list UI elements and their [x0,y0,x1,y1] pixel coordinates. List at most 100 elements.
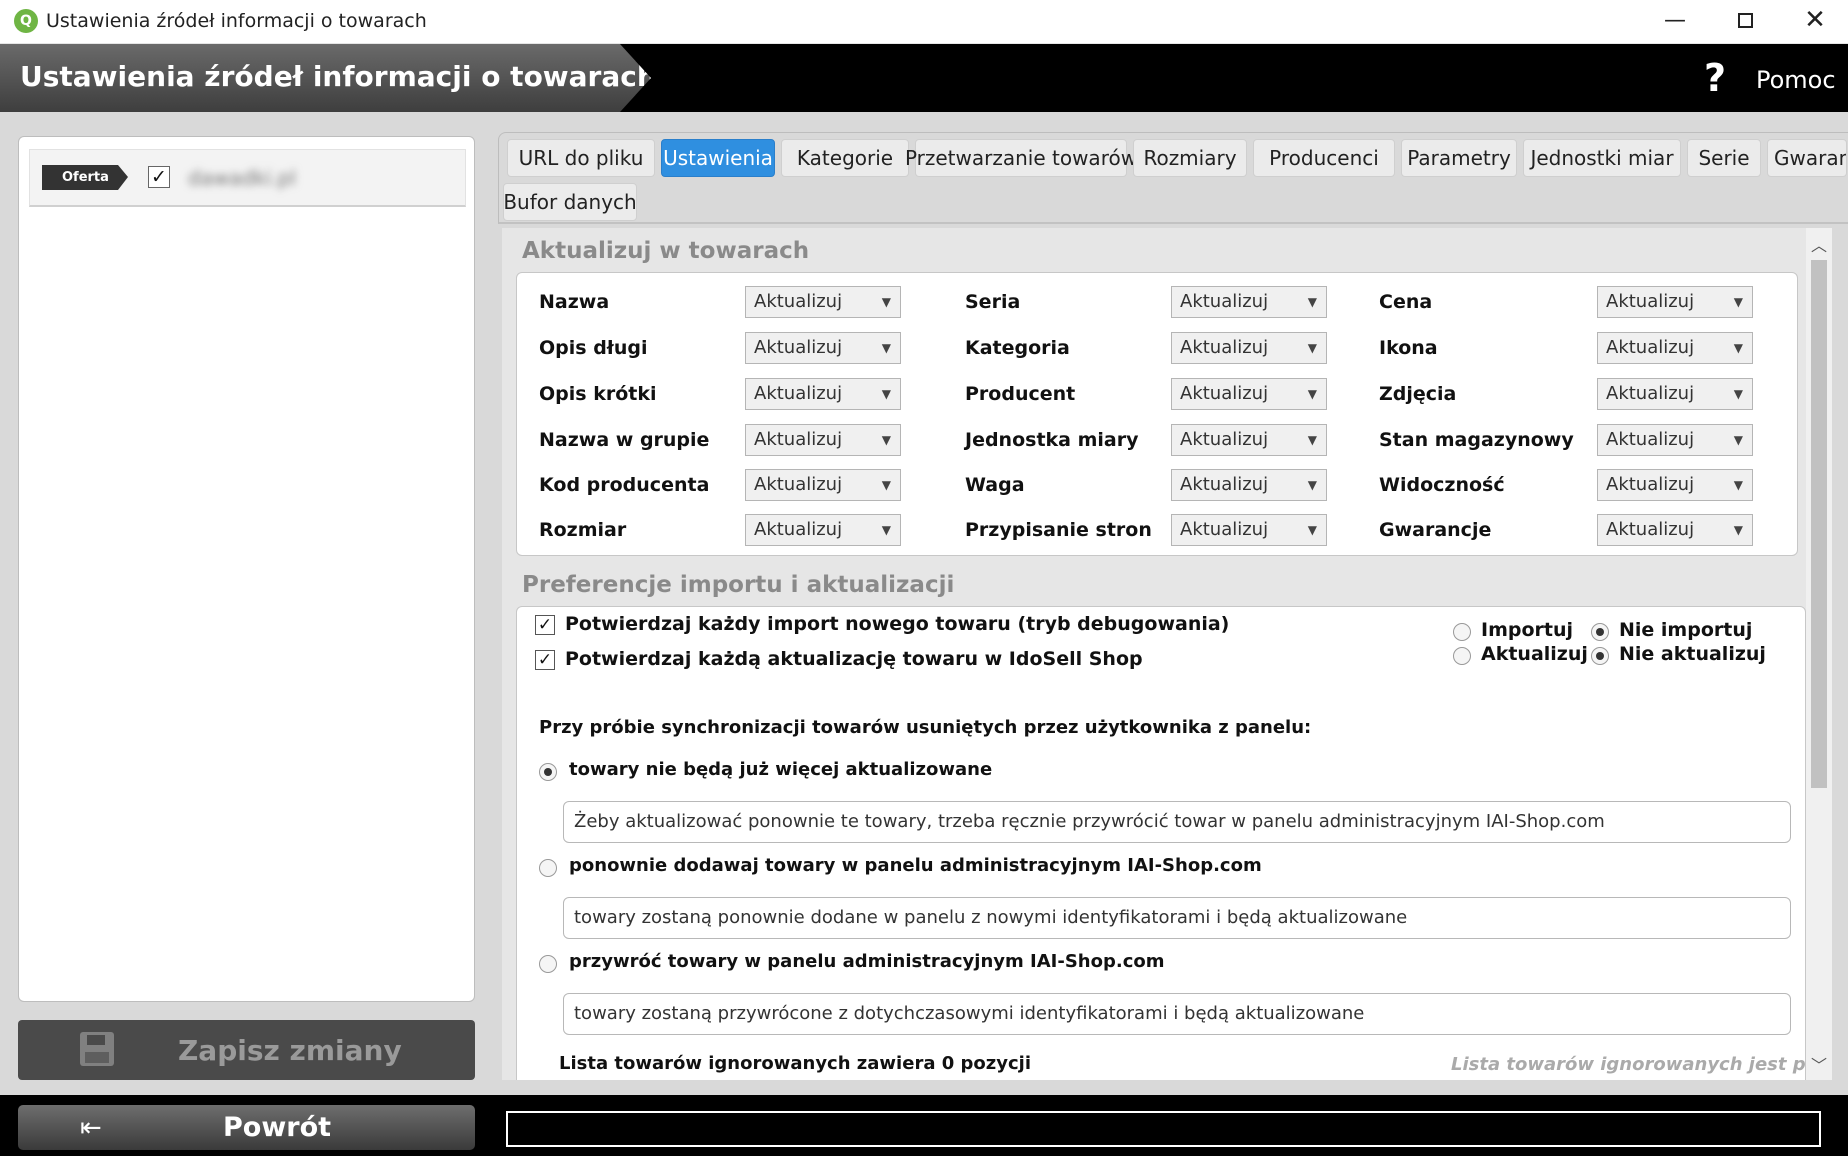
update-radio[interactable] [1453,647,1471,665]
field-label: Kod producenta [539,474,710,496]
select-value: Aktualizuj [754,291,843,312]
update-select[interactable]: Aktualizuj ▼ [1171,286,1327,318]
update-select[interactable]: Aktualizuj ▼ [1597,332,1753,364]
option-restore-radio[interactable] [539,955,557,973]
update-select[interactable]: Aktualizuj ▼ [1171,514,1327,546]
update-select[interactable]: Aktualizuj ▼ [745,514,901,546]
update-select[interactable]: Aktualizuj ▼ [1597,424,1753,456]
update-select[interactable]: Aktualizuj ▼ [1597,378,1753,410]
update-select[interactable]: Aktualizuj ▼ [1597,286,1753,318]
no-import-label: Nie importuj [1619,619,1753,641]
update-select[interactable]: Aktualizuj ▼ [1597,469,1753,501]
option-readd-description: towary zostaną ponownie dodane w panelu … [563,897,1791,939]
minimize-button[interactable]: — [1640,0,1710,40]
update-select[interactable]: Aktualizuj ▼ [1171,424,1327,456]
select-value: Aktualizuj [754,337,843,358]
option-readd-radio[interactable] [539,859,557,877]
tab-rozmiary[interactable]: Rozmiary [1133,139,1247,177]
tab-bufor-danych[interactable]: Bufor danych [503,183,637,221]
select-value: Aktualizuj [1606,337,1695,358]
no-update-label: Nie aktualizuj [1619,643,1766,665]
scrollbar-thumb[interactable] [1811,260,1827,788]
exit-arrow-icon: ⇤ [80,1113,102,1143]
chevron-down-icon: ▼ [1733,341,1743,355]
select-value: Aktualizuj [1180,291,1269,312]
update-select[interactable]: Aktualizuj ▼ [1597,514,1753,546]
update-select[interactable]: Aktualizuj ▼ [745,469,901,501]
field-label: Zdjęcia [1379,383,1457,405]
page-footer: ⇤ Powrót [0,1095,1848,1156]
option-restore-description: towary zostaną przywrócone z dotychczaso… [563,993,1791,1035]
source-enabled-checkbox[interactable]: ✓ [148,166,170,188]
chevron-down-icon: ▼ [881,523,891,537]
page-title: Ustawienia źródeł informacji o towarach [20,60,657,93]
select-value: Aktualizuj [1180,383,1269,404]
chevron-down-icon: ▼ [881,387,891,401]
prefs-section-title: Preferencje importu i aktualizacji [522,572,955,598]
tab-ustawienia[interactable]: Ustawienia [661,139,775,177]
update-select[interactable]: Aktualizuj ▼ [1171,378,1327,410]
no-update-radio[interactable] [1591,647,1609,665]
help-link[interactable]: Pomoc [1756,66,1836,94]
select-value: Aktualizuj [1180,337,1269,358]
confirm-update-checkbox[interactable]: ✓ [535,650,555,670]
help-icon[interactable]: ? [1704,56,1726,100]
chevron-down-icon: ▼ [881,341,891,355]
update-select[interactable]: Aktualizuj ▼ [1171,469,1327,501]
confirm-import-checkbox[interactable]: ✓ [535,615,555,635]
field-label: Opis krótki [539,383,657,405]
field-label: Cena [1379,291,1433,313]
window-titlebar: Q Ustawienia źródeł informacji o towarac… [0,0,1848,44]
floppy-disk-icon [80,1032,114,1066]
close-button[interactable]: ✕ [1780,0,1848,40]
update-select[interactable]: Aktualizuj ▼ [745,378,901,410]
select-value: Aktualizuj [754,474,843,495]
field-label: Opis długi [539,337,648,359]
tab-url-do-pliku[interactable]: URL do pliku [507,139,655,177]
tab-kategorie[interactable]: Kategorie [781,139,909,177]
field-label: Widoczność [1379,474,1505,496]
select-value: Aktualizuj [1180,474,1269,495]
field-label: Nazwa [539,291,610,313]
vertical-scrollbar[interactable]: ︿ ﹀ [1806,228,1832,1080]
chevron-down-icon: ▼ [1307,523,1317,537]
source-name: dawadki.pl [188,166,297,190]
tab-jednostki-miar[interactable]: Jednostki miar [1523,139,1681,177]
update-select[interactable]: Aktualizuj ▼ [745,332,901,364]
scroll-down-icon[interactable]: ﹀ [1806,1052,1832,1076]
option-no-update-description: Żeby aktualizować ponownie te towary, tr… [563,801,1791,843]
chevron-down-icon: ▼ [1307,387,1317,401]
back-label: Powrót [223,1112,332,1143]
update-label: Aktualizuj [1481,643,1588,665]
maximize-button[interactable] [1710,0,1780,40]
confirm-update-label: Potwierdzaj każdą aktualizację towaru w … [565,648,1143,670]
chevron-down-icon: ▼ [1733,523,1743,537]
update-select[interactable]: Aktualizuj ▼ [1171,332,1327,364]
window-title: Ustawienia źródeł informacji o towarach [46,10,427,32]
back-button[interactable]: ⇤ Powrót [18,1105,475,1150]
field-label: Jednostka miary [965,429,1139,451]
scroll-up-icon[interactable]: ︿ [1806,232,1832,256]
select-value: Aktualizuj [1606,291,1695,312]
chevron-down-icon: ▼ [1307,295,1317,309]
tab-producenci[interactable]: Producenci [1253,139,1395,177]
prefs-box: ✓ Potwierdzaj każdy import nowego towaru… [516,606,1824,1080]
tab-przetwarzanie-towarow[interactable]: Przetwarzanie towarów [905,139,1137,177]
tab-gwarancje[interactable]: Gwarancje [1767,139,1847,177]
chevron-down-icon: ▼ [1733,295,1743,309]
option-no-update-radio[interactable] [539,763,557,781]
update-select[interactable]: Aktualizuj ▼ [745,286,901,318]
offer-badge: Oferta [42,165,128,190]
tab-serie[interactable]: Serie [1687,139,1761,177]
tab-parametry[interactable]: Parametry [1401,139,1517,177]
import-radio[interactable] [1453,623,1471,641]
no-import-radio[interactable] [1591,623,1609,641]
save-changes-button[interactable]: Zapisz zmiany [18,1020,475,1080]
source-list-item[interactable]: Oferta ✓ dawadki.pl [29,149,466,207]
chevron-down-icon: ▼ [1733,387,1743,401]
chevron-down-icon: ▼ [881,478,891,492]
select-value: Aktualizuj [754,429,843,450]
app-logo-icon: Q [14,9,38,33]
status-bar [506,1111,1821,1147]
update-select[interactable]: Aktualizuj ▼ [745,424,901,456]
